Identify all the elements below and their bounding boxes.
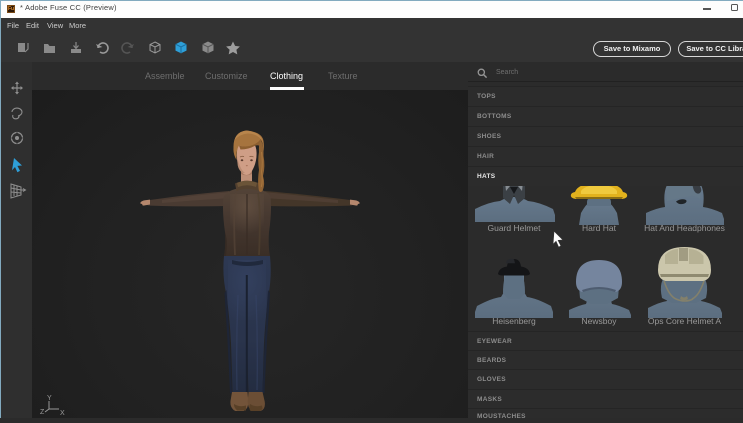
svg-text:Y: Y xyxy=(47,395,52,402)
svg-text:X: X xyxy=(60,410,65,417)
svg-text:Z: Z xyxy=(40,409,45,416)
